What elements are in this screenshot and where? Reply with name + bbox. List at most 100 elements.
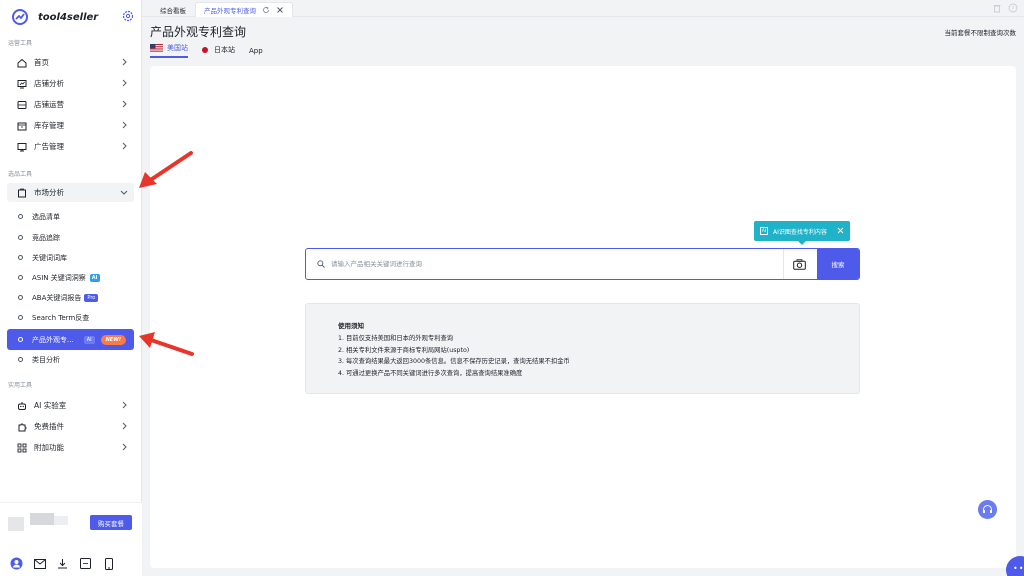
tab-design-patent[interactable]: 产品外观专利查询 [195,2,293,17]
group-title-select: 选品工具 [8,171,33,178]
chevron-right-icon [122,422,127,430]
en-language-icon[interactable] [79,557,92,570]
ads-icon [16,141,27,152]
chevron-right-icon [122,100,127,108]
image-search-button[interactable] [783,249,815,279]
help-icon[interactable]: ? [1008,3,1018,13]
plan-note: 当前套餐不限制查询次数 [944,29,1017,37]
sidebar-item-label: 首页 [34,58,49,67]
sidebar-item-label: 店铺分析 [34,79,64,88]
buy-plan-button[interactable]: 购买套餐 [90,515,132,530]
tab-label: 综合看板 [160,6,186,15]
mobile-icon[interactable] [102,557,115,570]
download-icon[interactable] [56,557,69,570]
store-analysis-icon [16,78,27,89]
sidebar-item-store-ops[interactable]: 店铺运营 [7,95,134,114]
sidebar-subitem-keyword-library[interactable]: 关键词词库 [7,248,134,267]
market-icon [16,187,27,198]
tab-bar: 综合看板 产品外观专利查询 ? [142,0,1024,17]
sidebar-item-label: 广告管理 [34,142,64,151]
sidebar-subitem-aba-report[interactable]: ABA关键词报告 Pro [7,288,134,307]
sidebar-item-market-analysis[interactable]: 市场分析 [7,183,134,202]
bullet-icon [18,235,23,240]
sidebar-subitem-label: 关键词词库 [32,253,67,262]
tabbar-tools: ? [992,3,1018,13]
sidebar-item-free-plugins[interactable]: 免费插件 [7,417,134,436]
trend-logo-icon [12,9,28,25]
sidebar-item-ads[interactable]: 广告管理 [7,137,134,156]
sidebar-subitem-competitor-tracking[interactable]: 竞品追踪 [7,228,134,247]
sidebar-item-ai-lab[interactable]: AI 实验室 [7,396,134,415]
brand[interactable]: tool4seller [12,8,136,26]
user-avatar-icon[interactable] [10,557,23,570]
notice-line: 2. 相关专利文件来源于商标专利局网站(uspto) [338,346,470,354]
notice-line: 3. 每次查询结果最大返回3000条信息。信息不保存历史记录，查询无结果不扣金币 [338,358,570,365]
sidebar-item-addons[interactable]: 附加功能 [7,438,134,457]
sidebar-item-label: 附加功能 [34,443,64,452]
sidebar-subitem-label: ASIN 关键词洞察 [32,273,86,282]
chevron-right-icon [122,443,127,451]
sidebar-subitem-design-patent[interactable]: 产品外观专... AI NEW! [7,329,134,350]
tab-app[interactable]: App [249,47,263,58]
tab-us-site[interactable]: 美国站 [150,43,188,58]
bullet-icon [18,337,23,342]
group-title-util: 实用工具 [8,382,33,389]
search-icon [317,260,325,268]
ai-image-search-tip[interactable]: AI AI识图查找专利内容 [754,221,850,245]
chevron-down-icon [120,190,128,195]
bullet-icon [18,295,23,300]
usage-notice: 使用须知 1. 目前仅支持美国和日本的外观专利查询 2. 相关专利文件来源于商标… [305,303,860,394]
bullet-icon [18,275,23,280]
tab-dashboard[interactable]: 综合看板 [152,2,194,17]
sidebar-item-store-analysis[interactable]: 店铺分析 [7,74,134,93]
close-icon[interactable] [276,6,284,14]
notice-line: 4. 可通过更换产品不同关键词进行多次查询，提高查询结果准确度 [338,369,523,377]
puzzle-icon [16,421,27,432]
brand-name: tool4seller [38,11,99,23]
tab-jp-site[interactable]: 日本站 [202,45,235,58]
headset-icon [983,505,992,513]
ai-badge-icon: AI [760,227,768,235]
search-bar: 搜索 [305,248,860,280]
site-tab-label: App [249,47,263,55]
sidebar-item-label: 库存管理 [34,121,64,130]
page-title: 产品外观专利查询 [150,25,247,39]
close-icon[interactable] [837,227,844,234]
main-panel: AI AI识图查找专利内容 搜索 使用须知 1. 目前仅支持美国和日本的外观专利… [150,66,1016,568]
sidebar-item-home[interactable]: 首页 [7,53,134,72]
ai-tag: AI [83,335,95,344]
chevron-right-icon [122,121,127,129]
pro-tag: Pro [84,293,99,302]
sidebar-subitem-selection-list[interactable]: 选品清单 [7,207,134,226]
sidebar-subitem-label: ABA关键词报告 [32,293,82,302]
sidebar-item-label: 免费插件 [34,422,64,431]
sidebar-subitem-label: 类目分析 [32,355,60,364]
site-tabs: 美国站 日本站 App [150,43,277,58]
mail-icon[interactable] [33,557,46,570]
camera-icon [793,258,806,270]
trash-icon[interactable] [992,3,1002,13]
jp-flag-icon [202,47,208,53]
sidebar-subitem-asin-keyword[interactable]: ASIN 关键词洞察 AI [7,268,134,287]
group-title-ops: 运营工具 [8,40,33,47]
sidebar-item-label: 市场分析 [34,188,64,197]
bullet-icon [18,315,23,320]
grid-icon [16,442,27,453]
sidebar-item-inventory[interactable]: 库存管理 [7,116,134,135]
sidebar-item-label: AI 实验室 [34,401,67,410]
tab-label: 产品外观专利查询 [204,7,256,15]
inventory-icon [16,120,27,131]
sidebar-subitem-category-analysis[interactable]: 类目分析 [7,350,134,369]
chevron-right-icon [122,58,127,66]
gear-icon[interactable] [122,10,134,22]
ai-tag: AI [89,273,100,282]
search-input[interactable] [331,260,781,268]
chevron-right-icon [122,401,127,409]
sidebar-subitem-label: 竞品追踪 [32,233,60,242]
annotation-arrow-icon [139,332,194,356]
refresh-icon[interactable] [262,6,270,14]
search-button[interactable]: 搜索 [817,249,859,279]
sidebar-subitem-search-term[interactable]: Search Term反查 [7,308,134,327]
sidebar-footer: 购买套餐 [0,502,142,576]
customer-support-button[interactable] [978,500,997,519]
